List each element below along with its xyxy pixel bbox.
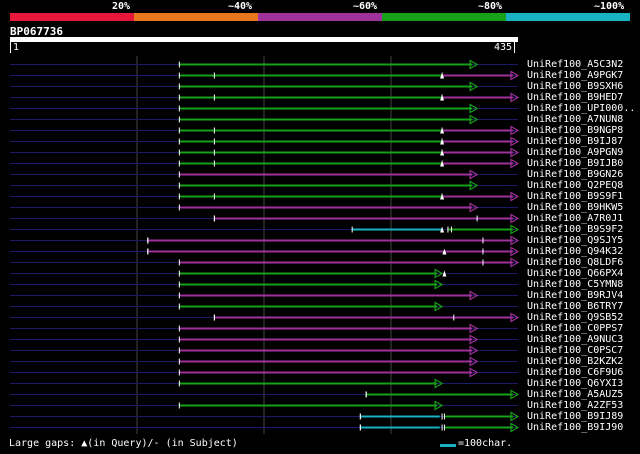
hit-label-27[interactable]: UniRef100_C0PSC7 xyxy=(527,345,623,356)
hit-label-24[interactable]: UniRef100_Q9SB52 xyxy=(527,312,623,323)
hit-label-25[interactable]: UniRef100_C0PPS7 xyxy=(527,323,623,334)
gaps-prefix: Large gaps: xyxy=(9,438,82,449)
hit-label-33[interactable]: UniRef100_B9IJ89 xyxy=(527,411,623,422)
hit-label-32[interactable]: UniRef100_A2ZF53 xyxy=(527,400,623,411)
hit-label-23[interactable]: UniRef100_B6TRY7 xyxy=(527,301,623,312)
hit-label-3[interactable]: UniRef100_B9SXH6 xyxy=(527,81,623,92)
hit-label-17[interactable]: UniRef100_Q9SJY5 xyxy=(527,235,623,246)
hit-label-2[interactable]: UniRef100_A9PGK7 xyxy=(527,70,623,81)
hit-label-22[interactable]: UniRef100_B9RJV4 xyxy=(527,290,623,301)
hit-label-29[interactable]: UniRef100_C6F9U6 xyxy=(527,367,623,378)
hit-label-16[interactable]: UniRef100_B9S9F2 xyxy=(527,224,623,235)
hit-label-19[interactable]: UniRef100_Q8LDF6 xyxy=(527,257,623,268)
hit-label-4[interactable]: UniRef100_B9HED7 xyxy=(527,92,623,103)
hit-label-15[interactable]: UniRef100_A7R0J1 xyxy=(527,213,623,224)
hit-label-21[interactable]: UniRef100_C5YMN8 xyxy=(527,279,623,290)
hit-label-13[interactable]: UniRef100_B9S9F1 xyxy=(527,191,623,202)
hit-label-11[interactable]: UniRef100_B9GN26 xyxy=(527,169,623,180)
hit-label-5[interactable]: UniRef100_UPI000.. xyxy=(527,103,635,114)
scale-bar xyxy=(440,444,456,447)
hit-label-8[interactable]: UniRef100_B9IJ87 xyxy=(527,136,623,147)
hit-label-28[interactable]: UniRef100_B2KZK2 xyxy=(527,356,623,367)
hit-label-10[interactable]: UniRef100_B9IJB0 xyxy=(527,158,623,169)
hit-label-31[interactable]: UniRef100_A5AUZ5 xyxy=(527,389,623,400)
large-gaps-legend: Large gaps: ▲(in Query)/- (in Subject) xyxy=(9,438,238,449)
hit-label-20[interactable]: UniRef100_Q66PX4 xyxy=(527,268,623,279)
hit-label-6[interactable]: UniRef100_A7NUN8 xyxy=(527,114,623,125)
hit-label-14[interactable]: UniRef100_B9HKW5 xyxy=(527,202,623,213)
query-gap-note: (in Query)/ xyxy=(87,438,154,449)
hit-label-9[interactable]: UniRef100_A9PGN9 xyxy=(527,147,623,158)
hit-label-12[interactable]: UniRef100_Q2PEQ8 xyxy=(527,180,623,191)
subject-gap-note: (in Subject) xyxy=(159,438,238,449)
hit-label-7[interactable]: UniRef100_B9NGP8 xyxy=(527,125,623,136)
hit-label-26[interactable]: UniRef100_A9NUC3 xyxy=(527,334,623,345)
hit-label-30[interactable]: UniRef100_Q6YXI3 xyxy=(527,378,623,389)
hit-label-1[interactable]: UniRef100_A5C3N2 xyxy=(527,59,623,70)
hit-label-18[interactable]: UniRef100_Q94K32 xyxy=(527,246,623,257)
scale-note: =100char. xyxy=(458,438,513,449)
hit-label-34[interactable]: UniRef100_B9IJ90 xyxy=(527,422,623,433)
